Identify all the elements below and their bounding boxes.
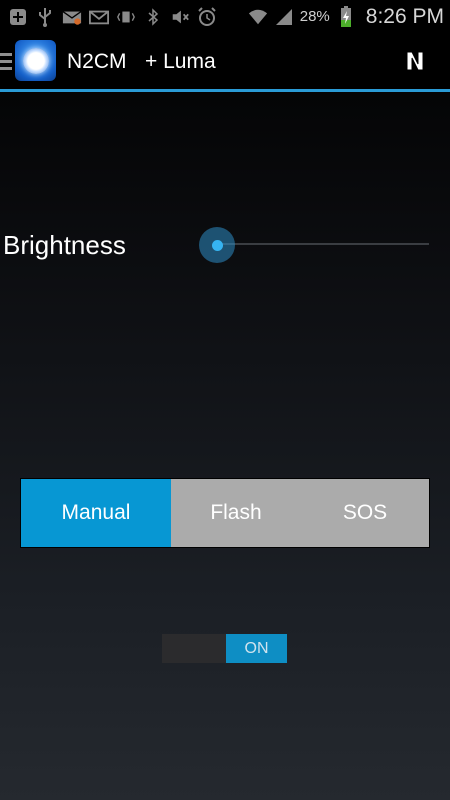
- n-logo-icon[interactable]: [405, 50, 425, 72]
- mode-selector: Manual Flash SOS: [20, 478, 430, 548]
- alarm-icon: [197, 6, 217, 27]
- toggle-off-half[interactable]: [162, 634, 226, 663]
- mode-manual-button[interactable]: Manual: [21, 479, 171, 547]
- drawer-menu-icon[interactable]: [0, 53, 12, 71]
- mode-flash-button[interactable]: Flash: [171, 479, 301, 547]
- signal-icon: [274, 7, 294, 27]
- mute-icon: [170, 7, 190, 27]
- mail-notification-icon: [62, 7, 82, 27]
- gmail-icon: [89, 7, 109, 27]
- toggle-on-label[interactable]: ON: [226, 634, 287, 663]
- battery-charging-icon: [336, 5, 356, 27]
- app-subtitle: + Luma: [145, 50, 216, 73]
- wifi-icon: [248, 7, 268, 27]
- vibrate-sound-icon: [116, 7, 136, 27]
- brightness-label: Brightness: [3, 230, 126, 260]
- mode-sos-button[interactable]: SOS: [301, 479, 429, 547]
- brightness-slider-track[interactable]: [217, 243, 429, 245]
- action-bar: N2CM + Luma: [0, 33, 450, 90]
- clock: 8:26 PM: [365, 4, 444, 28]
- status-bar: 28% 8:26 PM: [0, 0, 450, 33]
- brightness-slider-thumb[interactable]: [199, 227, 235, 263]
- power-toggle[interactable]: ON: [162, 634, 287, 663]
- bluetooth-icon: [143, 7, 163, 27]
- battery-percent: 28%: [299, 8, 330, 25]
- add-icon: [8, 7, 28, 27]
- action-bar-underline: [0, 89, 450, 92]
- slider-thumb-dot: [211, 239, 223, 251]
- app-title: N2CM: [67, 50, 127, 73]
- usb-icon: [35, 7, 55, 27]
- app-logo-icon[interactable]: [15, 40, 56, 81]
